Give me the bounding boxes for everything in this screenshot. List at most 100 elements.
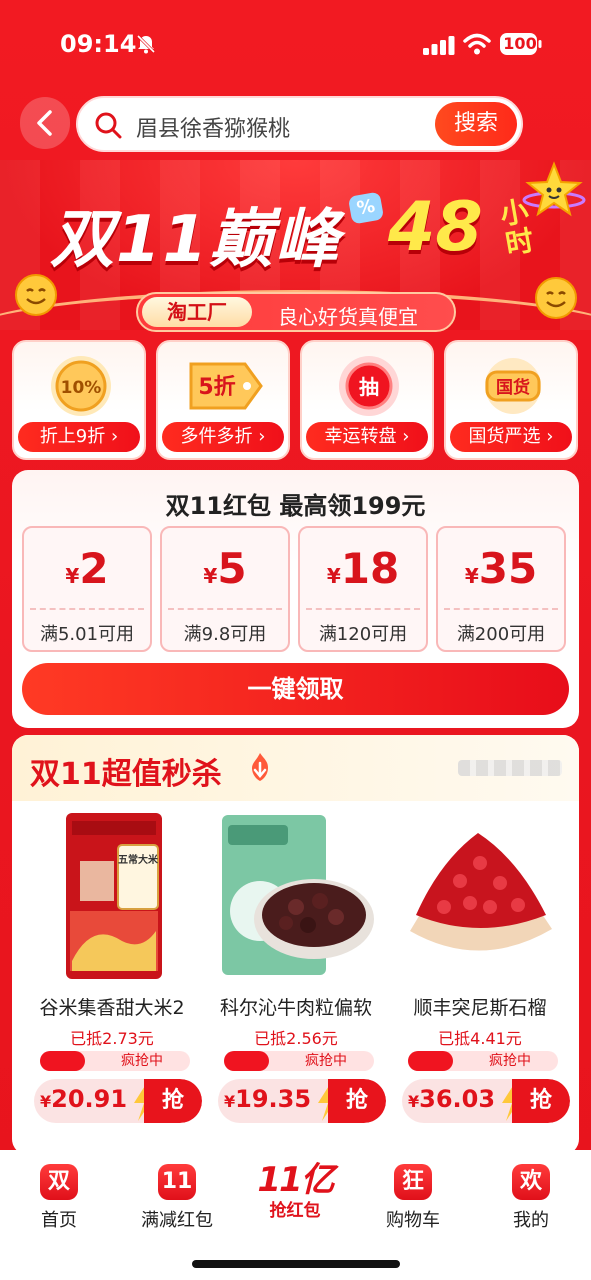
price-yen: ¥ <box>40 1092 52 1111</box>
rush-progress: 疯抢中 <box>224 1051 374 1071</box>
status-time: 09:14 <box>60 30 137 58</box>
flash-sale-header: 双11超值秒杀 <box>12 735 579 801</box>
price-tag-icon: 5折 <box>189 362 263 410</box>
price-value: 19.35 <box>235 1085 312 1113</box>
status-bar: 09:14 100 <box>0 0 591 84</box>
product-discount: 已抵2.73元 <box>70 1029 154 1048</box>
price-value: 20.91 <box>51 1085 128 1113</box>
chevron-left-icon <box>37 110 52 136</box>
coupon-divider <box>30 608 144 610</box>
pomegranate-image <box>410 833 552 951</box>
back-button[interactable] <box>20 97 70 149</box>
rush-progress-fill <box>408 1051 453 1071</box>
coupons-tab-icon: 11 <box>158 1164 196 1200</box>
coupon-value: 2 <box>79 544 109 593</box>
tab-profile[interactable]: 欢 我的 <box>472 1158 590 1238</box>
price-yen: ¥ <box>408 1092 420 1111</box>
signal-icon <box>423 36 455 55</box>
coupon-amount: ¥2 <box>24 544 150 593</box>
star-mascot-icon <box>522 161 586 217</box>
product-name: 科尔沁牛肉粒偏软 <box>219 997 372 1019</box>
percent-badge: % <box>347 191 385 225</box>
buy-pill[interactable]: ¥36.03 抢 <box>402 1079 570 1123</box>
buy-pill[interactable]: ¥20.91 抢 <box>34 1079 202 1123</box>
rush-progress: 疯抢中 <box>40 1051 190 1071</box>
coupon-divider <box>306 608 420 610</box>
beef-jerky-image <box>222 815 374 975</box>
product-name: 顺丰突尼斯石榴 <box>413 997 547 1019</box>
search-button[interactable]: 搜索 <box>435 102 517 146</box>
tab-coupons[interactable]: 11 满减红包 <box>118 1158 236 1238</box>
product-card[interactable]: 五常大米 谷米集香甜大米2 已抵2.73元 疯抢中 ¥20.91 抢 <box>22 811 202 1141</box>
grab-button[interactable]: 抢 <box>144 1079 202 1123</box>
grab-button[interactable]: 抢 <box>512 1079 570 1123</box>
discount-coin-icon: 10% <box>51 356 111 416</box>
coupon-value: 18 <box>340 544 400 593</box>
feature-cards: 10% 折上9折 › 5折 多件多折 › 抽 幸运转盘 › 国货 国货严选 › <box>12 340 579 462</box>
feature-card-discount[interactable]: 10% 折上9折 › <box>12 340 146 460</box>
coupon-card[interactable]: ¥2 满5.01可用 <box>22 526 152 652</box>
tab-label: 满减红包 <box>141 1210 213 1231</box>
redpacket-tab-logo: 11亿 <box>257 1160 334 1200</box>
domestic-badge-text: 国货 <box>496 377 530 398</box>
coupon-condition: 满200可用 <box>456 624 546 645</box>
tab-grab-redpacket[interactable]: 11亿 抢红包 <box>236 1158 354 1238</box>
rush-progress-fill <box>224 1051 269 1071</box>
coupon-amount: ¥18 <box>300 544 426 593</box>
rush-status: 疯抢中 <box>305 1053 347 1069</box>
coupon-condition: 满120可用 <box>318 624 408 645</box>
red-packet-title: 双11红包 最高领199元 <box>165 492 426 520</box>
blurred-countdown <box>458 760 562 776</box>
product-price: ¥20.91 <box>40 1085 127 1113</box>
claim-all-button[interactable]: 一键领取 <box>22 663 569 715</box>
coupon-value: 5 <box>217 544 247 593</box>
promo-banner[interactable]: 双11巅峰 % 48 小时 淘工厂 良心好货真便宜 <box>0 160 591 340</box>
bell-muted-icon <box>136 34 156 54</box>
profile-tab-icon: 欢 <box>512 1164 550 1200</box>
coupon-card[interactable]: ¥35 满200可用 <box>436 526 566 652</box>
banner-title: 双11巅峰 <box>50 203 342 277</box>
flash-sale-title: 双11超值秒杀 <box>30 757 222 792</box>
smiley-coin-icon <box>15 274 57 316</box>
tab-cart[interactable]: 狂 购物车 <box>354 1158 472 1238</box>
feature-label: 多件多折 › <box>162 422 284 452</box>
feature-card-domestic[interactable]: 国货 国货严选 › <box>444 340 578 460</box>
search-box[interactable]: 眉县徐香猕猴桃 搜索 <box>76 96 523 152</box>
coupon-yen: ¥ <box>203 564 218 588</box>
product-discount: 已抵4.41元 <box>438 1029 522 1048</box>
tab-home[interactable]: 双 首页 <box>0 1158 118 1238</box>
rush-status: 疯抢中 <box>489 1053 531 1069</box>
coupon-condition: 满5.01可用 <box>39 624 135 645</box>
tab-label: 购物车 <box>386 1210 440 1231</box>
home-indicator[interactable] <box>192 1260 400 1268</box>
feature-label: 幸运转盘 › <box>306 422 428 452</box>
search-input[interactable]: 眉县徐香猕猴桃 <box>136 111 290 143</box>
discount-coin-text: 10% <box>61 378 102 398</box>
price-yen: ¥ <box>224 1092 236 1111</box>
cart-tab-icon: 狂 <box>394 1164 432 1200</box>
lucky-wheel-icon: 抽 <box>339 356 399 416</box>
product-name: 谷米集香甜大米2 <box>39 997 185 1019</box>
feature-card-wheel[interactable]: 抽 幸运转盘 › <box>300 340 434 460</box>
feature-label: 折上9折 › <box>18 422 140 452</box>
smiley-coin-icon <box>535 277 577 319</box>
feature-card-multi[interactable]: 5折 多件多折 › <box>156 340 290 460</box>
product-card[interactable]: 顺丰突尼斯石榴 已抵4.41元 疯抢中 ¥36.03 抢 <box>390 811 570 1141</box>
product-card[interactable]: 科尔沁牛肉粒偏软 已抵2.56元 疯抢中 ¥19.35 抢 <box>206 811 386 1141</box>
price-tag-text: 5折 <box>198 375 235 400</box>
rice-bag-label: 五常大米 <box>118 853 159 866</box>
page: 09:14 100 眉县徐香猕猴桃 搜索 双11巅峰 % 48 小时 淘工厂 良… <box>0 0 591 1280</box>
coupon-divider <box>168 608 282 610</box>
grab-button[interactable]: 抢 <box>328 1079 386 1123</box>
coupon-card[interactable]: ¥18 满120可用 <box>298 526 428 652</box>
red-packet-panel: 双11红包 最高领199元 ¥2 满5.01可用 ¥5 满9.8可用 ¥18 满… <box>12 470 579 728</box>
tab-label: 首页 <box>41 1210 77 1231</box>
rush-progress: 疯抢中 <box>408 1051 558 1071</box>
banner-tag: 淘工厂 <box>142 297 252 327</box>
banner-slogan-pill: 淘工厂 良心好货真便宜 <box>136 292 456 332</box>
down-arrow-flame-icon <box>252 753 268 781</box>
coupon-yen: ¥ <box>464 564 479 588</box>
buy-pill[interactable]: ¥19.35 抢 <box>218 1079 386 1123</box>
coupon-card[interactable]: ¥5 满9.8可用 <box>160 526 290 652</box>
domestic-badge-icon: 国货 <box>485 358 541 414</box>
